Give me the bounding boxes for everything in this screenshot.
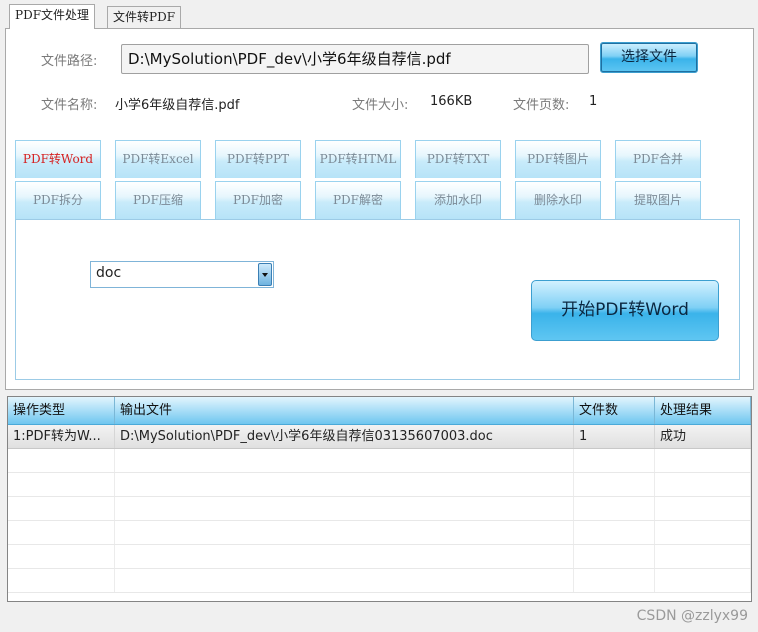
- empty-row: [8, 473, 751, 497]
- watermark-text: CSDN @zzlyx99: [636, 608, 748, 624]
- fn-pdf-to-txt[interactable]: PDF转TXT: [415, 140, 501, 178]
- column-header-count[interactable]: 文件数: [574, 397, 655, 424]
- fn-pdf-to-excel[interactable]: PDF转Excel: [115, 140, 201, 178]
- chevron-down-icon[interactable]: [258, 263, 272, 286]
- format-select[interactable]: doc: [90, 261, 274, 288]
- fn-pdf-to-image[interactable]: PDF转图片: [515, 140, 601, 178]
- fn-pdf-to-html[interactable]: PDF转HTML: [315, 140, 401, 178]
- fn-pdf-split[interactable]: PDF拆分: [15, 181, 101, 219]
- fn-remove-watermark[interactable]: 删除水印: [515, 181, 601, 219]
- cell-type: 1:PDF转为W...: [8, 425, 115, 448]
- file-name-value: 小学6年级自荐信.pdf: [115, 98, 240, 113]
- empty-row: [8, 545, 751, 569]
- column-header-result[interactable]: 处理结果: [655, 397, 751, 424]
- tab-pdf-processing[interactable]: PDF文件处理: [9, 4, 96, 29]
- file-path-field[interactable]: D:\MySolution\PDF_dev\小学6年级自荐信.pdf: [121, 44, 589, 74]
- column-header-type[interactable]: 操作类型: [8, 397, 115, 424]
- fn-pdf-compress[interactable]: PDF压缩: [115, 181, 201, 219]
- fn-pdf-decrypt[interactable]: PDF解密: [315, 181, 401, 219]
- cell-count: 1: [574, 425, 655, 448]
- fn-add-watermark[interactable]: 添加水印: [415, 181, 501, 219]
- file-pages-value: 1: [589, 94, 598, 109]
- empty-row: [8, 497, 751, 521]
- tab-file-to-pdf[interactable]: 文件转PDF: [107, 6, 182, 29]
- table-row[interactable]: 1:PDF转为W... D:\MySolution\PDF_dev\小学6年级自…: [8, 425, 751, 449]
- format-select-value: doc: [96, 265, 122, 281]
- column-header-output[interactable]: 输出文件: [115, 397, 574, 424]
- grid-header: 操作类型 输出文件 文件数 处理结果: [8, 397, 751, 425]
- choose-file-button[interactable]: 选择文件: [600, 42, 698, 73]
- fn-extract-images[interactable]: 提取图片: [615, 181, 701, 219]
- file-pages-label: 文件页数:: [513, 98, 570, 113]
- file-name-label: 文件名称:: [41, 98, 98, 113]
- fn-pdf-merge[interactable]: PDF合并: [615, 140, 701, 178]
- empty-row: [8, 449, 751, 473]
- file-size-label: 文件大小:: [352, 98, 409, 113]
- fn-pdf-to-word[interactable]: PDF转Word: [15, 140, 101, 178]
- empty-row: [8, 521, 751, 545]
- cell-result: 成功: [655, 425, 751, 448]
- file-path-label: 文件路径:: [41, 54, 98, 69]
- fn-pdf-to-ppt[interactable]: PDF转PPT: [215, 140, 301, 178]
- empty-row: [8, 569, 751, 593]
- fn-pdf-encrypt[interactable]: PDF加密: [215, 181, 301, 219]
- file-size-value: 166KB: [430, 94, 473, 109]
- cell-output: D:\MySolution\PDF_dev\小学6年级自荐信0313560700…: [115, 425, 574, 448]
- results-grid[interactable]: 操作类型 输出文件 文件数 处理结果 1:PDF转为W... D:\MySolu…: [7, 396, 752, 602]
- start-conversion-button[interactable]: 开始PDF转Word: [531, 280, 719, 341]
